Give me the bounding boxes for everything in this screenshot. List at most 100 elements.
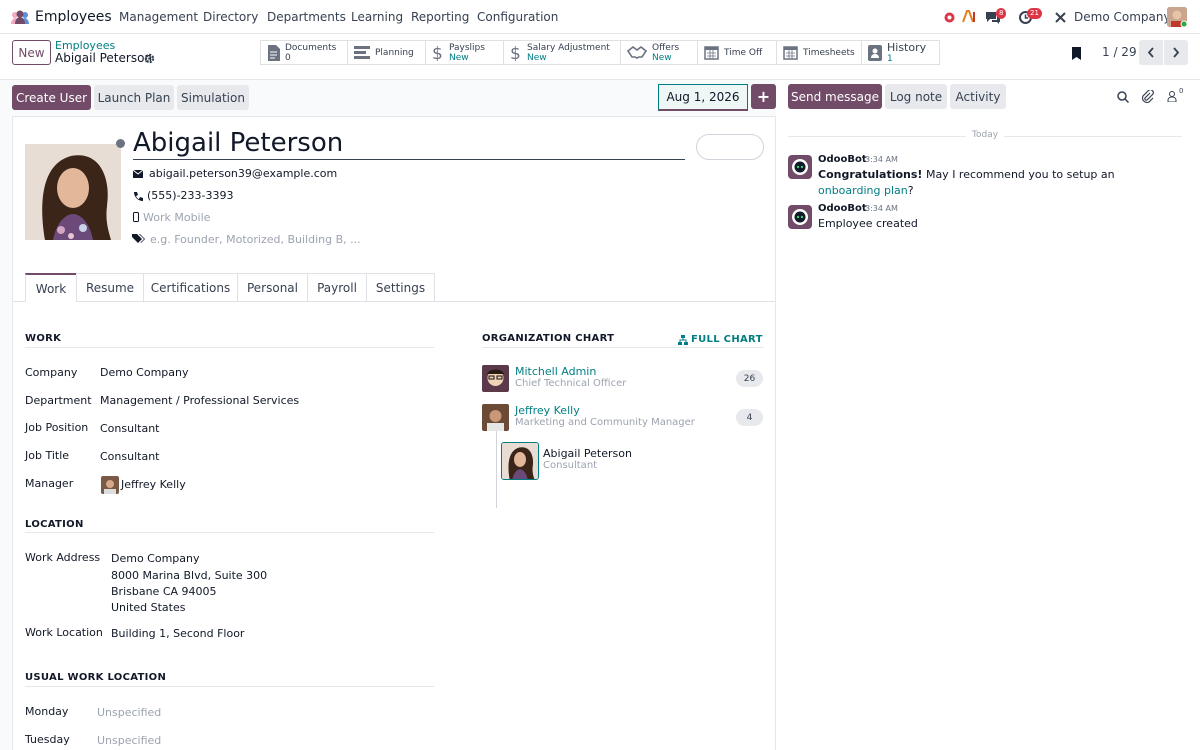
presence-status-dot	[116, 139, 125, 148]
salary-adjustment-button[interactable]: $ Salary Adjustment New	[503, 40, 621, 65]
message-author[interactable]: OdooBot	[818, 154, 867, 165]
payslips-label: Payslips	[449, 42, 485, 53]
work-phone-field[interactable]: (555)-233-3393	[147, 189, 234, 202]
location-section-title: LOCATION	[25, 519, 84, 530]
employees-app-icon[interactable]	[10, 9, 30, 25]
org-person-name[interactable]: Mitchell Admin	[515, 365, 596, 378]
work-section-title: WORK	[25, 333, 62, 344]
simulation-button[interactable]: Simulation	[177, 85, 249, 110]
breadcrumb-current: Abigail Peterson	[55, 51, 153, 65]
pager-previous-button[interactable]	[1139, 40, 1163, 65]
settings-tools-icon[interactable]	[1053, 10, 1067, 24]
ai-icon[interactable]	[962, 10, 977, 23]
timesheets-label: Timesheets	[803, 47, 855, 58]
tags-input[interactable]: e.g. Founder, Motorized, Building B, ...	[150, 233, 361, 246]
app-title[interactable]: Employees	[35, 9, 112, 25]
documents-count: 0	[285, 52, 291, 63]
message-author[interactable]: OdooBot	[818, 203, 867, 214]
tab-resume[interactable]: Resume	[76, 273, 144, 301]
tab-work[interactable]: Work	[25, 273, 77, 302]
messages-count-badge: 8	[996, 8, 1007, 19]
time-off-button[interactable]: Time Off	[697, 40, 777, 65]
tab-payroll[interactable]: Payroll	[307, 273, 367, 301]
work-address-label: Work Address	[25, 551, 101, 564]
menu-learning[interactable]: Learning	[351, 10, 403, 24]
tags-icon	[132, 233, 145, 244]
date-picker-field[interactable]: Aug 1, 2026	[658, 84, 748, 111]
avatar-toggle-pill[interactable]	[696, 134, 764, 160]
menu-departments[interactable]: Departments	[267, 10, 346, 24]
offers-button[interactable]: Offers New	[620, 40, 698, 65]
subordinates-count-badge[interactable]: 26	[736, 370, 763, 387]
documents-label: Documents	[285, 42, 337, 53]
svg-text:$: $	[432, 44, 443, 61]
menu-reporting[interactable]: Reporting	[411, 10, 469, 24]
tab-certifications[interactable]: Certifications	[143, 273, 238, 301]
send-message-button[interactable]: Send message	[788, 84, 882, 109]
odoobot-avatar	[788, 205, 812, 229]
employee-photo[interactable]	[25, 144, 121, 240]
job-position-field[interactable]: Consultant	[100, 422, 159, 435]
manager-field[interactable]: Jeffrey Kelly	[121, 478, 186, 491]
paperclip-icon[interactable]	[1141, 89, 1154, 103]
work-address-line[interactable]: Demo Company	[111, 552, 200, 565]
menu-configuration[interactable]: Configuration	[477, 10, 558, 24]
company-switcher[interactable]: Demo Company	[1074, 10, 1171, 24]
payslips-sub: New	[449, 52, 469, 63]
department-field[interactable]: Management / Professional Services	[100, 394, 299, 407]
history-label: History	[887, 40, 927, 54]
timesheets-button[interactable]: Timesheets	[776, 40, 862, 65]
documents-button[interactable]: Documents 0	[260, 40, 348, 65]
org-person-job: Chief Technical Officer	[515, 378, 627, 389]
work-mobile-field[interactable]: Work Mobile	[143, 211, 210, 224]
divider	[482, 347, 764, 348]
tuesday-location-field[interactable]: Unspecified	[97, 734, 161, 747]
monday-location-field[interactable]: Unspecified	[97, 706, 161, 719]
subordinates-count-badge[interactable]: 4	[736, 409, 763, 426]
work-location-field[interactable]: Building 1, Second Floor	[111, 627, 244, 640]
history-button[interactable]: History 1	[861, 40, 940, 65]
job-title-label: Job Title	[25, 449, 70, 462]
search-icon[interactable]	[1116, 90, 1129, 103]
org-avatar-jeffrey[interactable]	[482, 404, 509, 431]
pager-next-button[interactable]	[1164, 40, 1188, 65]
work-email-field[interactable]: abigail.peterson39@example.com	[149, 167, 337, 180]
envelope-icon	[133, 169, 143, 179]
user-avatar[interactable]	[1167, 7, 1187, 27]
payslips-button[interactable]: $ Payslips New	[425, 40, 504, 65]
log-note-button[interactable]: Log note	[885, 84, 947, 109]
planning-icon	[354, 46, 370, 59]
tab-settings[interactable]: Settings	[366, 273, 435, 301]
new-button[interactable]: New	[12, 40, 51, 65]
tuesday-label: Tuesday	[25, 733, 70, 746]
record-settings-gear-icon[interactable]	[143, 52, 155, 64]
add-button[interactable]: +	[751, 84, 776, 109]
launch-plan-button[interactable]: Launch Plan	[94, 85, 174, 110]
pager-value[interactable]: 1 / 29	[1102, 45, 1137, 59]
tabs-baseline	[13, 301, 775, 302]
company-field[interactable]: Demo Company	[100, 366, 189, 379]
org-current-job: Consultant	[543, 460, 598, 471]
org-person-name[interactable]: Jeffrey Kelly	[515, 404, 580, 417]
employee-name-input[interactable]: Abigail Peterson	[133, 128, 685, 160]
planning-button[interactable]: Planning	[347, 40, 426, 65]
create-user-button[interactable]: Create User	[12, 85, 91, 110]
follower-icon[interactable]	[1167, 90, 1177, 102]
record-icon[interactable]	[943, 11, 955, 23]
mobile-icon	[133, 212, 139, 222]
tab-personal[interactable]: Personal	[237, 273, 308, 301]
activity-button[interactable]: Activity	[950, 84, 1006, 109]
calendar-icon	[704, 46, 719, 60]
manager-label: Manager	[25, 477, 74, 490]
org-chart-title: ORGANIZATION CHART	[482, 333, 615, 344]
menu-directory[interactable]: Directory	[203, 10, 258, 24]
org-person-job: Marketing and Community Manager	[515, 417, 695, 428]
menu-management[interactable]: Management	[119, 10, 198, 24]
bookmark-icon[interactable]	[1070, 46, 1082, 60]
org-avatar-mitchell[interactable]	[482, 365, 509, 392]
org-current-name: Abigail Peterson	[543, 447, 632, 460]
job-title-field[interactable]: Consultant	[100, 450, 159, 463]
work-address-line: Brisbane CA 94005	[111, 585, 217, 598]
full-chart-link[interactable]: FULL CHART	[678, 334, 763, 345]
onboarding-plan-link[interactable]: onboarding plan	[818, 184, 908, 197]
